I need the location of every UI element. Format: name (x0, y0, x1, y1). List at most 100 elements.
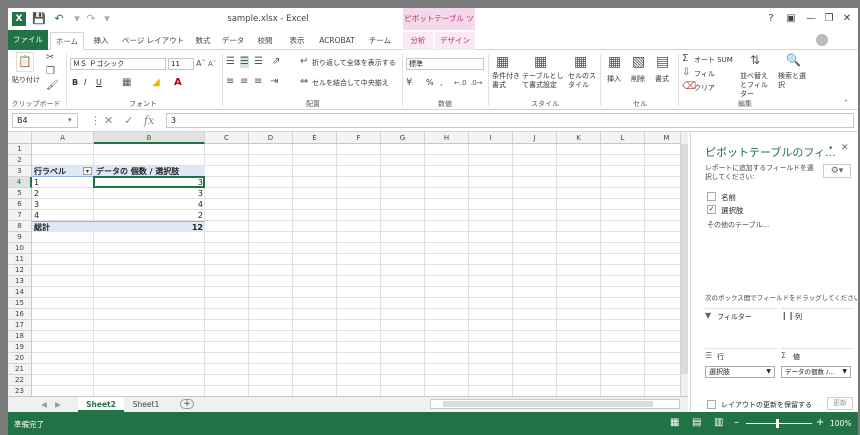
vertical-scrollbar[interactable] (680, 132, 688, 398)
font-size-combo[interactable]: 11 (168, 58, 194, 70)
orientation-icon[interactable]: ⇗ (272, 56, 280, 68)
indent-icon[interactable]: ⇥ (270, 76, 278, 88)
more-tables-link[interactable]: その他のテーブル... (707, 220, 769, 230)
horizontal-scroll-thumb[interactable] (443, 401, 653, 407)
clear-label[interactable]: クリア (694, 83, 715, 93)
pivot-grand-total-label[interactable]: 総計 (32, 221, 94, 232)
column-header-b[interactable]: B (94, 132, 205, 144)
row-header-22[interactable]: 22 (8, 375, 32, 386)
formula-options-icon[interactable]: ⋮ (90, 113, 101, 128)
fill-label[interactable]: フィル (694, 69, 715, 79)
cell-styles-label[interactable]: セルのスタイル (568, 72, 596, 90)
zoom-level[interactable]: 100% (830, 419, 851, 428)
qat-customize-icon[interactable]: ▾ (100, 12, 114, 26)
tab-file[interactable]: ファイル (8, 30, 48, 50)
row-header-18[interactable]: 18 (8, 331, 32, 342)
pivot-filter-dropdown-icon[interactable]: ▾ (83, 167, 92, 175)
undo-dropdown-icon[interactable]: ▾ (70, 12, 84, 26)
help-button[interactable]: ? (764, 12, 778, 26)
cut-icon[interactable]: ✂ (46, 52, 54, 64)
row-header-3[interactable]: 3 (8, 166, 32, 177)
column-header-c[interactable]: C (205, 132, 249, 144)
vertical-scroll-thumb[interactable] (681, 144, 688, 374)
minimize-button[interactable]: — (804, 12, 818, 26)
pivot-row-value[interactable]: 3 (94, 188, 205, 199)
number-format-combo[interactable]: 標準 (406, 58, 484, 70)
grow-font-icon[interactable]: Aˆ (196, 58, 205, 70)
tab-team[interactable]: チーム (362, 32, 398, 50)
paste-icon[interactable]: 📋 (16, 52, 34, 72)
format-cells-label[interactable]: 書式 (655, 74, 669, 84)
percent-button[interactable]: % (426, 78, 434, 87)
align-top-icon[interactable]: ☰ (226, 56, 235, 68)
field-label-name[interactable]: 名前 (721, 192, 736, 203)
rows-chip-dropdown-icon[interactable]: ▼ (766, 367, 771, 377)
tab-acrobat[interactable]: ACROBAT (314, 32, 360, 50)
formula-input[interactable]: 3 (166, 113, 854, 128)
column-header-e[interactable]: E (293, 132, 337, 144)
close-button[interactable]: ✕ (840, 12, 854, 26)
column-header-f[interactable]: F (337, 132, 381, 144)
page-break-view-icon[interactable]: ▥ (714, 417, 723, 428)
tab-formulas[interactable]: 数式 (190, 32, 216, 50)
comma-button[interactable]: , (440, 78, 443, 87)
autosum-icon[interactable]: Σ (682, 53, 688, 65)
row-header-8[interactable]: 8 (8, 221, 32, 232)
ribbon-display-icon[interactable]: ▣ (784, 12, 798, 26)
format-as-table-label[interactable]: テーブルとして書式設定 (522, 72, 566, 90)
update-button[interactable]: 更新 (827, 397, 853, 410)
row-header-4[interactable]: 4 (8, 177, 32, 188)
zoom-in-icon[interactable]: + (816, 417, 824, 428)
tab-page-layout[interactable]: ページ レイアウト (118, 32, 188, 50)
enter-formula-icon[interactable]: ✓ (124, 113, 133, 128)
row-header-17[interactable]: 17 (8, 320, 32, 331)
pivot-row-label[interactable]: 4 (32, 210, 94, 221)
field-checkbox-selection[interactable]: ✓ (707, 205, 716, 214)
row-header-15[interactable]: 15 (8, 298, 32, 309)
tab-data[interactable]: データ (218, 32, 248, 50)
underline-button[interactable]: U (96, 78, 102, 87)
pivot-row-label[interactable]: 1 (32, 177, 94, 188)
prev-sheet-icon[interactable]: ◀ (38, 397, 50, 412)
select-all-corner[interactable] (8, 132, 32, 144)
pivot-row-label[interactable]: 3 (32, 199, 94, 210)
row-header-1[interactable]: 1 (8, 144, 32, 155)
font-color-icon[interactable]: A (174, 77, 182, 89)
values-chip-dropdown-icon[interactable]: ▼ (842, 367, 847, 377)
zoom-out-icon[interactable]: – (734, 417, 739, 428)
next-sheet-icon[interactable]: ▶ (52, 397, 64, 412)
column-header-j[interactable]: J (513, 132, 557, 144)
tab-analyze[interactable]: 分析 (403, 32, 433, 50)
increase-decimal-icon[interactable]: ←.0 (454, 77, 467, 89)
worksheet-grid[interactable]: A B C D E F G H I J K L M 1 2 3 4 5 6 7 8 9 10 11 12 13 14 15 16 17 18… (8, 132, 688, 398)
filter-area[interactable]: ▼ フィルター (705, 308, 777, 348)
tools-gear-icon[interactable]: ⚙▾ (823, 164, 851, 178)
decrease-decimal-icon[interactable]: .0→ (470, 77, 483, 89)
delete-cells-icon[interactable]: ▧ (632, 54, 645, 70)
values-area[interactable]: Σ 値 データの個数 /... ▼ (781, 348, 853, 388)
field-checkbox-name[interactable] (707, 192, 716, 201)
currency-icon[interactable]: ¥ (406, 77, 412, 89)
align-bottom-icon[interactable]: ☰ (254, 56, 263, 68)
row-header-14[interactable]: 14 (8, 287, 32, 298)
autosum-label[interactable]: オート SUM (694, 55, 733, 65)
tab-insert[interactable]: 挿入 (86, 32, 116, 50)
row-header-7[interactable]: 7 (8, 210, 32, 221)
tab-design[interactable]: デザイン (435, 32, 475, 50)
wrap-text-icon[interactable]: ↵ (300, 56, 308, 68)
row-header-16[interactable]: 16 (8, 309, 32, 320)
defer-update-checkbox[interactable] (707, 400, 716, 409)
new-sheet-icon[interactable]: + (180, 399, 194, 409)
merge-center-label[interactable]: セルを結合して中央揃え (312, 78, 389, 88)
insert-function-button[interactable]: fx (144, 113, 154, 128)
page-layout-view-icon[interactable]: ▤ (692, 417, 701, 428)
row-header-20[interactable]: 20 (8, 353, 32, 364)
collapse-ribbon-icon[interactable]: ˄ (844, 98, 848, 110)
insert-cells-label[interactable]: 挿入 (607, 74, 621, 84)
zoom-slider-track[interactable] (746, 423, 812, 424)
rows-area[interactable]: ☰ 行 選択肢 ▼ (705, 348, 777, 388)
row-header-5[interactable]: 5 (8, 188, 32, 199)
redo-icon[interactable]: ↷ (84, 12, 98, 26)
field-label-selection[interactable]: 選択肢 (721, 205, 744, 216)
row-header-2[interactable]: 2 (8, 155, 32, 166)
